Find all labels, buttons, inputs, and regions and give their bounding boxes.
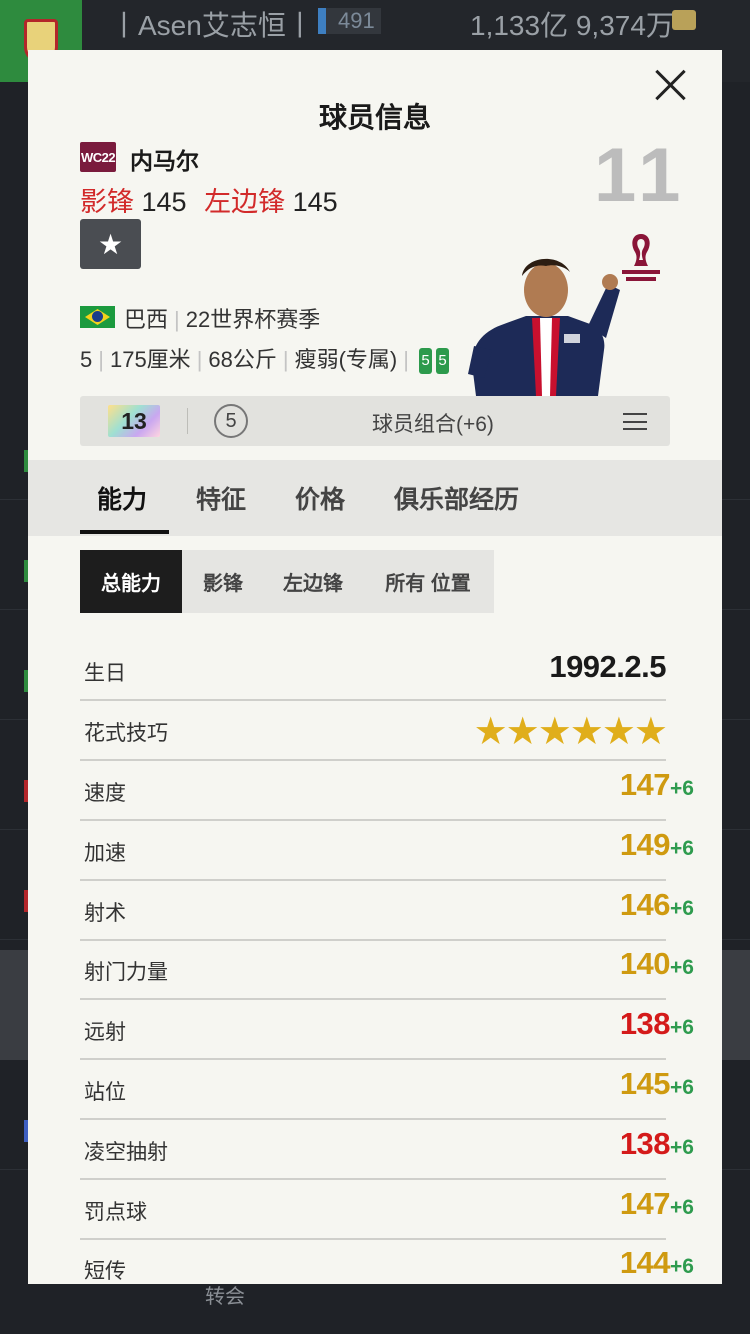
position-ovr: 145: [141, 187, 187, 217]
stat-label: 远射: [84, 1021, 126, 1045]
stat-row: 短传 144+6: [80, 1239, 694, 1284]
stat-value-group: 138+6: [620, 1006, 694, 1042]
subtab-all-positions[interactable]: 所有 位置: [362, 550, 494, 613]
stat-value-group: 140+6: [620, 946, 694, 982]
stat-value-group: 145+6: [620, 1066, 694, 1102]
stat-label: 生日: [84, 662, 126, 685]
tab-ability[interactable]: 能力: [97, 480, 147, 516]
stat-value: 147: [619, 1185, 671, 1221]
position-ovr: 145: [292, 187, 338, 217]
subtab-cf[interactable]: 影锋: [182, 550, 264, 613]
stat-label: 凌空抽射: [84, 1140, 168, 1164]
upgrade-level-badge: 13: [108, 405, 160, 437]
main-tabs: 能力 特征 价格 俱乐部经历: [28, 460, 722, 536]
stat-bonus: +6: [670, 1135, 694, 1159]
height: 175厘米: [109, 347, 191, 372]
stat-row: 速度 147+6: [80, 761, 694, 821]
body-type: 瘦弱(专属): [294, 347, 398, 372]
stat-bonus: +6: [670, 1016, 694, 1040]
physical-info-line: 5 | 175厘米 | 68公斤 | 瘦弱(专属) | 5 5: [80, 342, 449, 375]
stat-label: 短传: [84, 1260, 126, 1284]
manager-level: 491: [318, 8, 381, 34]
stat-bonus: +6: [670, 896, 694, 920]
close-icon[interactable]: [654, 68, 688, 102]
stat-label: 罚点球: [84, 1200, 147, 1224]
favorite-button[interactable]: ★: [80, 219, 141, 269]
skill-moves-stars: ★★★★★★: [473, 711, 668, 753]
stat-value-group: 147+6: [620, 767, 694, 803]
nation: 巴西: [124, 307, 169, 332]
stat-value: 138: [619, 1125, 671, 1161]
stat-row: 站位 145+6: [80, 1060, 694, 1120]
player-photo: [468, 258, 620, 396]
stat-value-group: 146+6: [620, 887, 694, 923]
stat-bonus: +6: [670, 956, 694, 980]
transfer-tab[interactable]: 转会: [205, 1280, 245, 1309]
player-name: 内马尔: [130, 148, 199, 174]
stat-label: 射术: [84, 901, 126, 925]
stat-value-group: 147+6: [620, 1186, 694, 1222]
stat-label: 站位: [84, 1081, 126, 1104]
divider: [187, 408, 188, 434]
stat-value: 140: [619, 946, 671, 982]
weight: 68公斤: [208, 347, 277, 372]
stat-value-group: 149+6: [620, 827, 694, 863]
coin-icon: [672, 10, 696, 30]
stat-row: 罚点球 147+6: [80, 1180, 694, 1240]
birthday-row: 生日 1992.2.5: [80, 641, 666, 701]
tab-price[interactable]: 价格: [295, 480, 345, 516]
combo-label: 球员组合(+6): [372, 413, 494, 436]
stat-value: 147: [619, 767, 671, 802]
grade-badge: 5: [214, 404, 248, 438]
stat-value: 145: [619, 1066, 671, 1101]
stat-label: 射门力量: [84, 961, 168, 985]
stat-bonus: +6: [670, 777, 694, 800]
stat-value-group: 138+6: [620, 1126, 694, 1162]
position-name: 影锋: [80, 187, 134, 217]
player-combo-bar[interactable]: 13 5 球员组合(+6): [80, 396, 670, 446]
skill-chip: 5: [418, 348, 432, 375]
stat-value: 146: [619, 886, 671, 922]
stat-row: 加速 149+6: [80, 821, 694, 881]
money-balance: 1,133亿 9,374万: [470, 10, 674, 41]
stat-row: 射门力量 140+6: [80, 940, 694, 1001]
tab-traits[interactable]: 特征: [196, 480, 246, 516]
stat-bonus: +6: [670, 836, 694, 860]
stat-row: 凌空抽射 138+6: [80, 1120, 694, 1180]
stat-value: 144: [619, 1245, 671, 1281]
birthday-value: 1992.2.5: [549, 649, 666, 684]
brazil-flag-icon: [80, 306, 115, 328]
stat-row: 射术 146+6: [80, 881, 694, 941]
season-badge: WC22: [80, 142, 116, 172]
star-icon: ★: [97, 228, 124, 260]
nation-season-line: 巴西 | 22世界杯赛季: [124, 307, 321, 332]
menu-icon[interactable]: [623, 413, 647, 430]
stat-value-group: 144+6: [620, 1245, 694, 1281]
jersey-number: 11: [594, 133, 687, 218]
subtab-lw[interactable]: 左边锋: [264, 550, 362, 613]
stat-bonus: +6: [670, 1195, 694, 1219]
stat-bonus: +6: [670, 1255, 694, 1279]
weak-foot: 5: [80, 347, 93, 372]
world-cup-logo-icon: [622, 234, 660, 281]
stat-label: 加速: [84, 841, 126, 865]
skill-moves-row: 花式技巧 ★★★★★★: [80, 701, 668, 761]
modal-title: 球员信息: [318, 102, 431, 133]
position-name: 左边锋: [204, 187, 286, 217]
stat-value: 149: [619, 826, 671, 862]
player-info-modal: 球员信息 WC22 内马尔 影锋 145 左边锋 145 ★ 11 巴西 | 22世…: [28, 50, 722, 1284]
username: 丨Asen艾志恒丨: [110, 10, 314, 41]
stat-value: 138: [619, 1006, 671, 1042]
stat-row: 远射 138+6: [80, 1000, 694, 1061]
skill-chip: 5: [435, 348, 449, 375]
active-tab-indicator: [80, 530, 169, 534]
subtab-overall[interactable]: 总能力: [80, 550, 182, 613]
stat-label: 速度: [84, 782, 126, 805]
sub-tabs: 总能力 影锋 左边锋 所有 位置: [80, 550, 494, 613]
stat-label: 花式技巧: [84, 722, 168, 745]
stat-bonus: +6: [670, 1076, 694, 1099]
card-season: 22世界杯赛季: [185, 307, 321, 332]
position-ratings: 影锋 145 左边锋 145: [80, 180, 348, 219]
tab-club-history[interactable]: 俱乐部经历: [394, 480, 519, 516]
